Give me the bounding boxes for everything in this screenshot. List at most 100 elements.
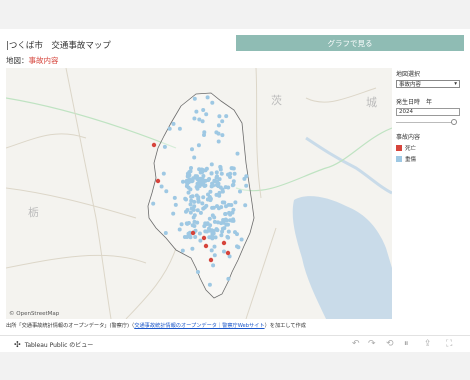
tableau-link[interactable]: ✣ Tableau Public のビュー bbox=[14, 340, 93, 349]
accident-dot[interactable] bbox=[209, 248, 214, 253]
accident-dot[interactable] bbox=[161, 171, 166, 176]
accident-dot[interactable] bbox=[210, 100, 215, 105]
fullscreen-icon[interactable]: ⛶ bbox=[446, 339, 452, 349]
accident-dot[interactable] bbox=[190, 194, 195, 199]
accident-dot[interactable] bbox=[223, 217, 228, 222]
accident-dot[interactable] bbox=[228, 218, 232, 223]
accident-dot[interactable] bbox=[217, 190, 222, 195]
accident-dot[interactable] bbox=[207, 282, 212, 287]
accident-dot[interactable] bbox=[201, 108, 206, 112]
accident-dot[interactable] bbox=[185, 221, 190, 226]
accident-dot[interactable] bbox=[196, 270, 200, 274]
accident-dot[interactable] bbox=[190, 147, 194, 152]
accident-dot[interactable] bbox=[162, 144, 167, 149]
accident-dot[interactable] bbox=[201, 174, 206, 178]
accident-dot[interactable] bbox=[223, 212, 228, 216]
accident-dot[interactable] bbox=[244, 183, 249, 188]
accident-dot[interactable] bbox=[192, 116, 197, 121]
accident-dot[interactable] bbox=[214, 175, 219, 180]
accident-dot-fatal[interactable] bbox=[203, 243, 209, 249]
accident-dot[interactable] bbox=[164, 189, 169, 194]
share-icon[interactable]: ⇪ bbox=[424, 339, 432, 349]
accident-dot[interactable] bbox=[192, 224, 197, 228]
accident-dot[interactable] bbox=[210, 205, 215, 210]
accident-dot[interactable] bbox=[224, 114, 229, 119]
undo-icon[interactable]: ↶ bbox=[352, 339, 360, 349]
accident-dot[interactable] bbox=[187, 170, 192, 175]
accident-dot[interactable] bbox=[219, 233, 224, 238]
accident-dot[interactable] bbox=[171, 211, 176, 216]
accident-dot[interactable] bbox=[220, 187, 225, 192]
accident-dot[interactable] bbox=[172, 195, 177, 200]
year-slider[interactable] bbox=[396, 119, 460, 125]
accident-dot[interactable] bbox=[202, 133, 206, 137]
revert-icon[interactable]: ⟲ bbox=[386, 339, 394, 349]
accident-dot[interactable] bbox=[186, 180, 191, 185]
source-link[interactable]: 交通事故統計情報のオープンデータ｜警察庁Webサイト bbox=[134, 323, 264, 329]
legend-item-death[interactable]: 死亡 bbox=[396, 144, 466, 152]
accident-dot[interactable] bbox=[207, 216, 212, 221]
accident-dot[interactable] bbox=[205, 95, 210, 100]
accident-dot[interactable] bbox=[212, 179, 217, 184]
accident-dot-fatal[interactable] bbox=[155, 178, 161, 184]
accident-dot[interactable] bbox=[177, 126, 182, 131]
accident-dot[interactable] bbox=[230, 210, 235, 215]
accident-dot[interactable] bbox=[190, 246, 195, 251]
accident-dot[interactable] bbox=[220, 200, 225, 205]
accident-dot[interactable] bbox=[204, 112, 209, 117]
accident-dot[interactable] bbox=[151, 201, 156, 206]
accident-dot[interactable] bbox=[230, 183, 235, 188]
accident-dot[interactable] bbox=[209, 184, 214, 189]
accident-dot[interactable] bbox=[196, 143, 201, 148]
legend-item-serious[interactable]: 重傷 bbox=[396, 155, 466, 163]
accident-dot[interactable] bbox=[235, 151, 240, 156]
accident-dot[interactable] bbox=[177, 227, 182, 232]
accident-dot[interactable] bbox=[216, 139, 221, 144]
accident-dot[interactable] bbox=[193, 174, 198, 179]
accident-dot[interactable] bbox=[189, 166, 193, 170]
accident-dot[interactable] bbox=[231, 218, 236, 223]
accident-dot[interactable] bbox=[235, 232, 239, 237]
accident-dot[interactable] bbox=[205, 197, 210, 202]
accident-dot[interactable] bbox=[208, 189, 213, 194]
accident-dot[interactable] bbox=[238, 189, 242, 194]
redo-icon[interactable]: ↷ bbox=[368, 339, 376, 349]
accident-dot[interactable] bbox=[233, 200, 238, 205]
accident-dot[interactable] bbox=[201, 195, 206, 200]
accident-dot[interactable] bbox=[181, 179, 185, 184]
accident-dot[interactable] bbox=[185, 235, 189, 239]
accident-dot[interactable] bbox=[216, 123, 221, 128]
map-view[interactable]: 茨 城 栃 © OpenStreetMap bbox=[6, 68, 392, 319]
accident-dot[interactable] bbox=[188, 210, 193, 215]
accident-dot[interactable] bbox=[209, 171, 214, 176]
accident-dot[interactable] bbox=[222, 249, 226, 254]
accident-dot[interactable] bbox=[202, 205, 207, 210]
accident-dot[interactable] bbox=[224, 222, 229, 227]
accident-dot[interactable] bbox=[200, 201, 205, 206]
accident-dot[interactable] bbox=[231, 179, 236, 184]
accident-dot[interactable] bbox=[197, 231, 202, 236]
accident-dot[interactable] bbox=[189, 198, 194, 203]
accident-dot[interactable] bbox=[219, 171, 224, 176]
accident-dot[interactable] bbox=[196, 199, 201, 204]
accident-dot[interactable] bbox=[239, 237, 244, 242]
accident-dot[interactable] bbox=[214, 183, 219, 188]
accident-dot[interactable] bbox=[173, 202, 178, 207]
accident-dot[interactable] bbox=[227, 210, 232, 215]
accident-dot[interactable] bbox=[243, 203, 248, 208]
accident-dot[interactable] bbox=[197, 179, 202, 184]
accident-dot[interactable] bbox=[209, 162, 214, 167]
accident-dot-fatal[interactable] bbox=[190, 230, 196, 236]
accident-dot[interactable] bbox=[202, 224, 207, 229]
accident-dot[interactable] bbox=[190, 178, 195, 183]
accident-dot[interactable] bbox=[184, 184, 189, 189]
accident-dot[interactable] bbox=[218, 165, 223, 170]
graph-button[interactable]: グラフで見る bbox=[236, 35, 464, 51]
accident-dot[interactable] bbox=[192, 96, 197, 101]
accident-dot[interactable] bbox=[171, 121, 176, 126]
accident-dot[interactable] bbox=[197, 167, 202, 172]
accident-dot[interactable] bbox=[194, 109, 199, 114]
accident-dot[interactable] bbox=[180, 248, 185, 253]
accident-dot[interactable] bbox=[205, 229, 209, 234]
accident-dot[interactable] bbox=[204, 166, 209, 171]
